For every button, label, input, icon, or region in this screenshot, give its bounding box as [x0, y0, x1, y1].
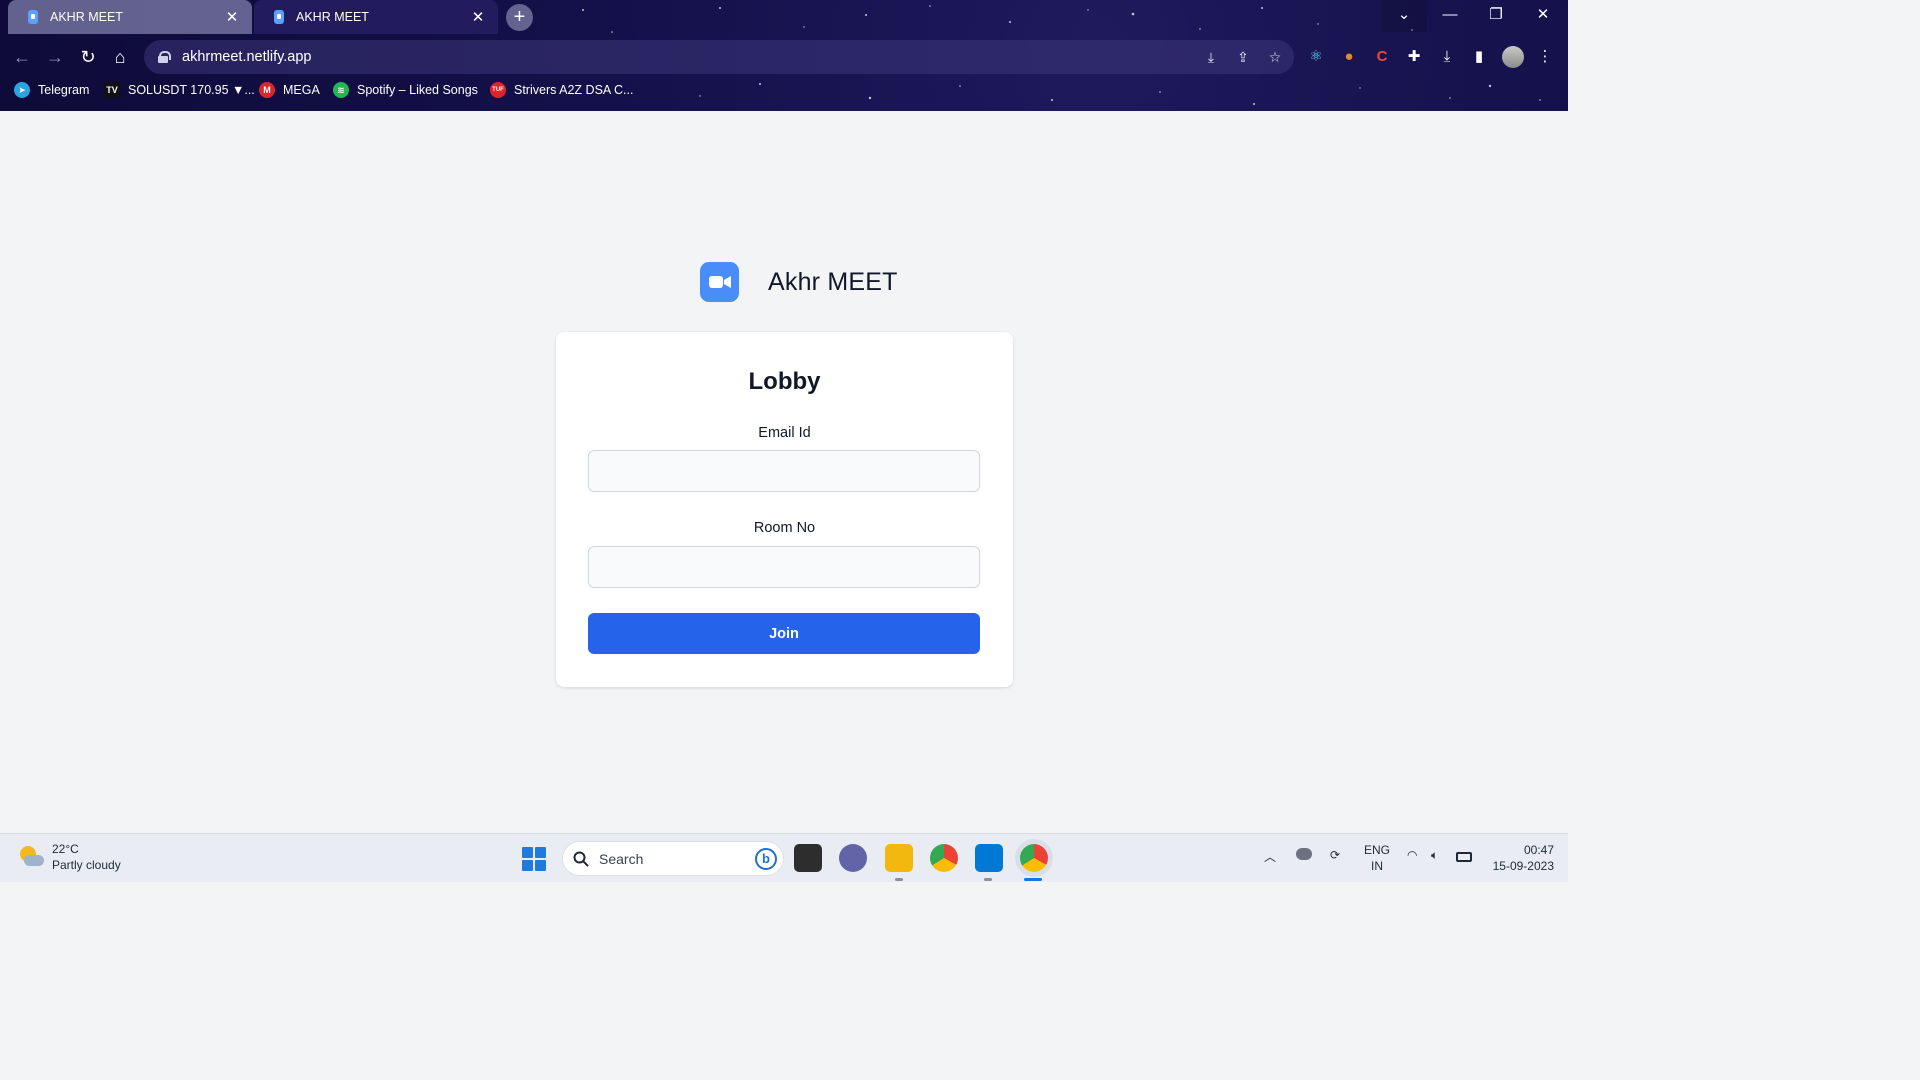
url-text[interactable]: akhrmeet.netlify.app: [182, 49, 312, 65]
minimize-button[interactable]: —: [1427, 0, 1473, 32]
bookmark-label: Strivers A2Z DSA C...: [514, 83, 634, 97]
windows-taskbar: 22°C Partly cloudy Search b ︿ ⟳ ENG IN ◠…: [0, 833, 1568, 882]
room-number-field[interactable]: [588, 546, 980, 588]
bookmark-spotify[interactable]: ≋ Spotify – Liked Songs: [333, 82, 478, 98]
lobby-card: Lobby Email Id Room No Join: [556, 332, 1013, 687]
akhr-meet-favicon-icon: [28, 10, 38, 24]
cookie-extension-icon[interactable]: ●: [1338, 46, 1360, 68]
lock-icon[interactable]: [158, 51, 171, 63]
region-code: IN: [1371, 859, 1383, 873]
mega-icon: M: [259, 82, 275, 98]
weather-widget[interactable]: 22°C Partly cloudy: [18, 841, 121, 873]
sync-icon[interactable]: ⟳: [1330, 848, 1340, 862]
close-tab-icon[interactable]: ✕: [224, 8, 240, 26]
app-header: Akhr MEET: [700, 262, 898, 302]
clock-date: 15-09-2023: [1492, 859, 1554, 873]
downloads-icon[interactable]: ⤓: [1436, 46, 1458, 68]
clock-time: 00:47: [1523, 843, 1554, 857]
close-window-button[interactable]: ✕: [1520, 0, 1566, 32]
join-button[interactable]: Join: [588, 613, 980, 654]
app-name: Akhr MEET: [768, 267, 898, 296]
tab-strip: AKHR MEET ✕ AKHR MEET ✕ + ⌄ — ❐ ✕: [0, 0, 1568, 34]
browser-toolbar: ← → ↻ ⌂ akhrmeet.netlify.app ⤓ ⇪ ☆ ⚛ ● C…: [0, 38, 1568, 76]
chrome-active-indicator: [1024, 878, 1042, 881]
onedrive-offline-icon[interactable]: [1296, 848, 1312, 860]
search-icon: [573, 851, 589, 867]
taskbar-search[interactable]: Search b: [562, 841, 784, 876]
file-explorer-icon[interactable]: [885, 844, 913, 872]
show-hidden-icons-chevron-icon[interactable]: ︿: [1264, 848, 1276, 865]
new-tab-button[interactable]: +: [506, 4, 533, 31]
start-windows-icon[interactable]: [522, 847, 546, 871]
tab-search-icon[interactable]: ⌄: [1381, 0, 1427, 32]
battery-icon[interactable]: [1456, 852, 1472, 862]
tab-title: AKHR MEET: [50, 10, 123, 24]
file-explorer-running-indicator: [895, 878, 903, 881]
task-view-icon[interactable]: [794, 844, 822, 872]
browser-chrome: AKHR MEET ✕ AKHR MEET ✕ + ⌄ — ❐ ✕ ← → ↻ …: [0, 0, 1568, 111]
vscode-icon[interactable]: [975, 844, 1003, 872]
tab-akhr-meet-2[interactable]: AKHR MEET ✕: [254, 0, 498, 34]
chrome-profile-icon[interactable]: [1020, 844, 1048, 872]
teams-chat-icon[interactable]: [839, 844, 867, 872]
search-placeholder: Search: [599, 850, 644, 867]
react-devtools-icon[interactable]: ⚛: [1305, 46, 1327, 68]
email-label: Email Id: [758, 425, 811, 441]
bookmark-label: Telegram: [38, 83, 90, 97]
partly-cloudy-icon: [18, 844, 44, 870]
weather-description: Partly cloudy: [52, 858, 121, 872]
bookmark-star-icon[interactable]: ☆: [1266, 48, 1284, 66]
tab-akhr-meet-1[interactable]: AKHR MEET ✕: [8, 0, 252, 34]
weather-temperature: 22°C: [52, 842, 79, 856]
bookmark-mega[interactable]: M MEGA: [259, 82, 320, 98]
close-tab-icon[interactable]: ✕: [470, 8, 486, 26]
video-camera-icon: [700, 262, 739, 302]
wifi-icon[interactable]: ◠: [1407, 848, 1417, 862]
css-extension-icon[interactable]: C: [1371, 46, 1393, 68]
bookmark-telegram[interactable]: ➤ Telegram: [14, 82, 89, 98]
akhr-meet-favicon-icon: [274, 10, 284, 24]
telegram-icon: ➤: [14, 82, 30, 98]
back-arrow-icon[interactable]: ←: [9, 44, 35, 70]
vscode-running-indicator: [984, 878, 992, 881]
home-icon[interactable]: ⌂: [107, 44, 133, 70]
menu-kebab-icon[interactable]: ⋮: [1534, 46, 1556, 68]
page-content: Akhr MEET Lobby Email Id Room No Join: [0, 111, 1568, 833]
tuf-icon: TUF: [490, 82, 506, 98]
spotify-icon: ≋: [333, 82, 349, 98]
share-icon[interactable]: ⇪: [1234, 48, 1252, 66]
card-title: Lobby: [748, 368, 821, 395]
room-label: Room No: [753, 520, 816, 536]
chrome-icon[interactable]: [930, 844, 958, 872]
forward-arrow-icon[interactable]: →: [42, 44, 68, 70]
tab-title: AKHR MEET: [296, 10, 369, 24]
address-bar[interactable]: akhrmeet.netlify.app ⤓ ⇪ ☆: [144, 40, 1294, 74]
bookmark-solusdt[interactable]: TV SOLUSDT 170.95 ▼...: [104, 82, 255, 98]
email-field[interactable]: [588, 450, 980, 492]
bookmark-label: SOLUSDT 170.95 ▼...: [128, 83, 255, 97]
volume-icon[interactable]: 🔈︎: [1431, 848, 1438, 863]
reload-icon[interactable]: ↻: [75, 44, 101, 70]
bookmark-strivers[interactable]: TUF Strivers A2Z DSA C...: [490, 82, 633, 98]
bookmark-label: Spotify – Liked Songs: [357, 83, 478, 97]
bookmarks-bar: ➤ Telegram TV SOLUSDT 170.95 ▼... M MEGA…: [0, 80, 1568, 104]
side-panel-icon[interactable]: ▮: [1468, 46, 1490, 68]
bing-icon[interactable]: b: [755, 847, 777, 870]
bookmark-label: MEGA: [283, 83, 320, 97]
system-clock[interactable]: 00:47 15-09-2023: [1480, 842, 1554, 874]
restore-button[interactable]: ❐: [1473, 0, 1519, 32]
install-app-icon[interactable]: ⤓: [1202, 48, 1220, 66]
input-language[interactable]: ENG IN: [1362, 842, 1392, 874]
tradingview-icon: TV: [104, 82, 120, 98]
extensions-puzzle-icon[interactable]: ✚: [1403, 46, 1425, 68]
lang-code: ENG: [1363, 843, 1390, 857]
profile-avatar[interactable]: [1502, 46, 1524, 68]
